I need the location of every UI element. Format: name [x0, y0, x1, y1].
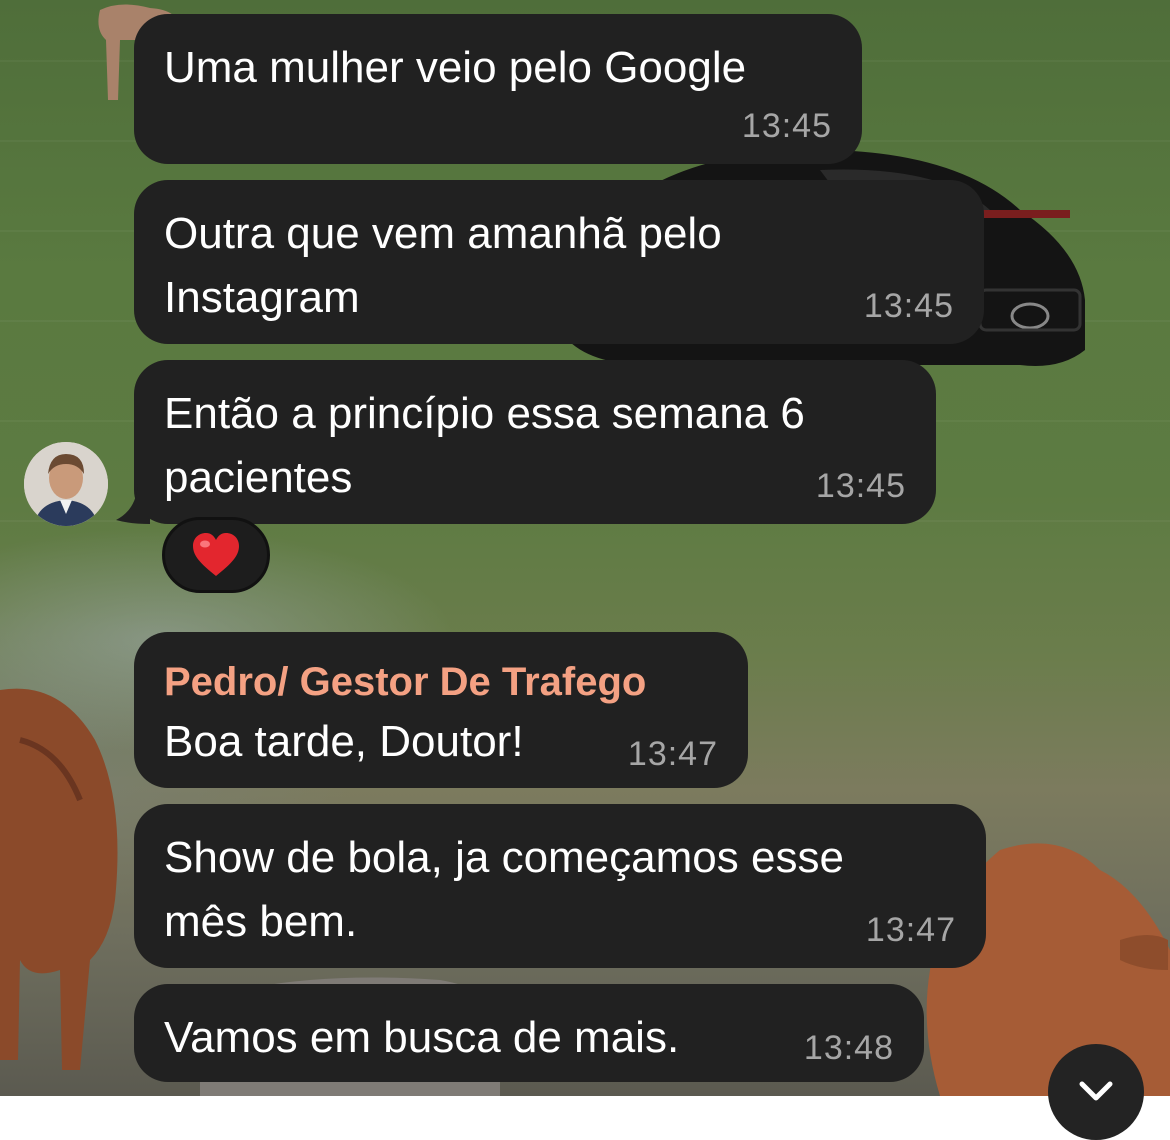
scroll-down-button[interactable]: [1048, 1044, 1144, 1140]
message-bubble[interactable]: Show de bola, ja começamos esse mês bem.…: [134, 804, 986, 968]
message-bubble[interactable]: Vamos em busca de mais. 13:48: [134, 984, 924, 1082]
message-time: 13:45: [815, 467, 906, 505]
message-time: 13:48: [803, 1029, 894, 1067]
heart-icon: [193, 533, 239, 576]
message-text: Outra que vem amanhã pelo Instagram: [164, 209, 722, 322]
message-time: 13:45: [741, 107, 832, 145]
message-bubble[interactable]: Uma mulher veio pelo Google 13:45: [134, 14, 862, 164]
chevron-down-icon: [1079, 1081, 1113, 1101]
message-text: Uma mulher veio pelo Google: [164, 43, 747, 92]
message-bubble[interactable]: Outra que vem amanhã pelo Instagram 13:4…: [134, 180, 984, 344]
bubble-tail: [116, 484, 150, 524]
message-text: Show de bola, ja começamos esse mês bem.: [164, 833, 844, 946]
message-text: Então a princípio essa semana 6 paciente…: [164, 389, 805, 502]
chat-area[interactable]: Uma mulher veio pelo Google 13:45 Outra …: [0, 0, 1170, 1140]
sender-name[interactable]: Pedro/ Gestor De Trafego: [164, 654, 718, 710]
message-bubble[interactable]: Então a princípio essa semana 6 paciente…: [134, 360, 936, 524]
message-bubble[interactable]: Pedro/ Gestor De Trafego Boa tarde, Dout…: [134, 632, 748, 788]
message-text: Vamos em busca de mais.: [164, 1013, 680, 1062]
message-time: 13:47: [627, 735, 718, 773]
avatar[interactable]: [24, 442, 108, 526]
message-time: 13:45: [863, 287, 954, 325]
reaction-badge[interactable]: [162, 517, 270, 593]
message-time: 13:47: [865, 911, 956, 949]
avatar-photo: [24, 442, 108, 526]
